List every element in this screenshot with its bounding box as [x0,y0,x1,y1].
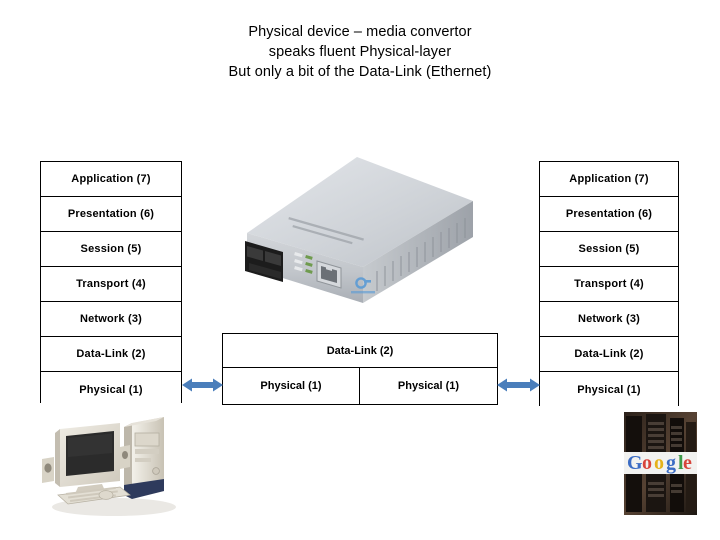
osi-layer-network-right: Network (3) [540,302,678,337]
osi-layer-presentation-right: Presentation (6) [540,197,678,232]
google-server-racks-photo: G o o g l e [624,412,697,515]
svg-text:o: o [642,452,652,474]
slide-title: Physical device – media convertor speaks… [130,22,590,82]
media-convertor-device-photo [237,155,485,315]
convertor-layer-datalink: Data-Link (2) [223,334,497,368]
left-link-arrow [182,376,223,394]
osi-layer-datalink-right: Data-Link (2) [540,337,678,372]
osi-layer-physical-right: Physical (1) [540,372,678,407]
osi-layer-physical-left: Physical (1) [41,372,181,407]
osi-layer-network-left: Network (3) [41,302,181,337]
convertor-physical-row: Physical (1) Physical (1) [223,368,497,404]
osi-stack-right: Application (7) Presentation (6) Session… [539,161,679,407]
osi-layer-presentation-left: Presentation (6) [41,197,181,232]
convertor-layer-physical-right: Physical (1) [397,380,460,392]
svg-text:G: G [627,452,643,474]
osi-layer-application-left: Application (7) [41,162,181,197]
osi-layer-datalink-left: Data-Link (2) [41,337,181,372]
title-line-2: speaks fluent Physical-layer [268,44,452,60]
osi-layer-transport-left: Transport (4) [41,267,181,302]
osi-stack-left: Application (7) Presentation (6) Session… [40,161,182,407]
osi-layer-transport-right: Transport (4) [540,267,678,302]
osi-layer-application-right: Application (7) [540,162,678,197]
svg-text:e: e [683,452,692,474]
title-line-1: Physical device – media convertor [248,24,472,40]
svg-text:g: g [666,452,676,474]
desktop-computer-photo [36,403,191,535]
media-convertor-stack: Data-Link (2) Physical (1) Physical (1) [222,333,498,405]
osi-layer-session-right: Session (5) [540,232,678,267]
slide-canvas: Physical device – media convertor speaks… [0,0,720,540]
svg-text:o: o [654,452,664,474]
convertor-layer-physical-left: Physical (1) [223,368,360,404]
title-line-3: But only a bit of the Data-Link (Etherne… [228,64,492,80]
right-link-arrow [497,376,540,394]
osi-layer-session-left: Session (5) [41,232,181,267]
